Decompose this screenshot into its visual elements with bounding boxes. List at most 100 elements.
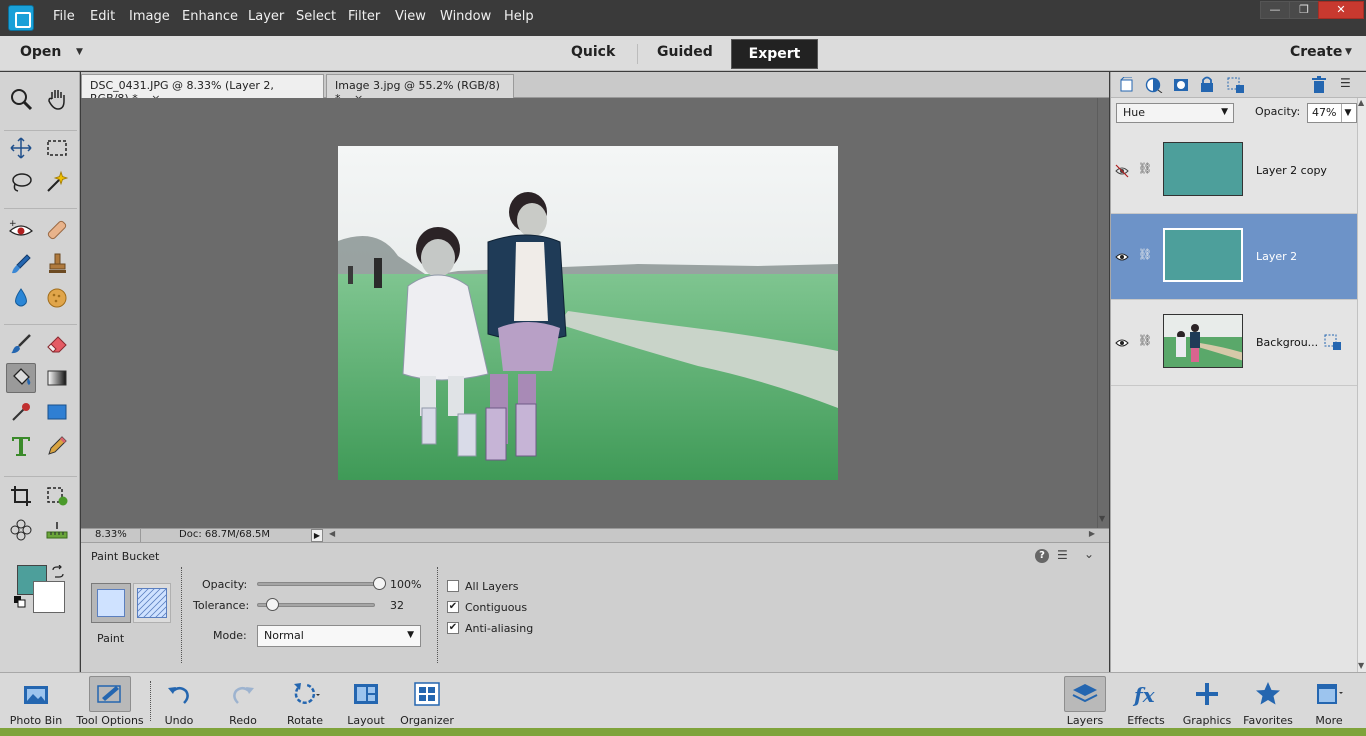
- collapse-chevron-icon[interactable]: ⌄: [1084, 547, 1094, 561]
- menu-select[interactable]: Select: [296, 9, 336, 24]
- redo-button[interactable]: Redo: [219, 673, 267, 729]
- layout-button[interactable]: Layout: [341, 673, 391, 729]
- tolerance-slider[interactable]: [257, 598, 375, 611]
- mode-guided[interactable]: Guided: [657, 44, 713, 60]
- menu-edit[interactable]: Edit: [90, 9, 115, 24]
- layer-opacity-field[interactable]: 47% ▼: [1307, 103, 1357, 123]
- marquee-tool[interactable]: [42, 133, 72, 163]
- scroll-right-icon[interactable]: ▶: [1089, 529, 1095, 538]
- create-dropdown-icon[interactable]: ▼: [1345, 47, 1352, 57]
- eraser-tool[interactable]: [42, 329, 72, 359]
- horizontal-scrollbar[interactable]: ◀ ▶: [329, 529, 1097, 542]
- layer-name[interactable]: Layer 2: [1256, 250, 1297, 263]
- straighten-tool[interactable]: [42, 515, 72, 545]
- document-photo[interactable]: [338, 146, 838, 480]
- blend-mode-select[interactable]: Hue ▼: [1116, 103, 1234, 123]
- anti-aliasing-checkbox[interactable]: ✔: [447, 622, 459, 634]
- scroll-down-icon[interactable]: ▼: [1358, 661, 1364, 670]
- scroll-up-icon[interactable]: ▲: [1358, 98, 1364, 107]
- effects-button[interactable]: fx Effects: [1121, 673, 1171, 729]
- tab-dsc0431[interactable]: DSC_0431.JPG @ 8.33% (Layer 2, RGB/8) * …: [81, 74, 324, 105]
- cookie-cutter-tool[interactable]: [6, 515, 36, 545]
- pattern-mode-button[interactable]: [133, 583, 171, 623]
- tolerance-slider-thumb[interactable]: [266, 598, 280, 611]
- favorites-button[interactable]: Favorites: [1241, 673, 1295, 729]
- menu-image[interactable]: Image: [129, 9, 170, 24]
- tab-image3[interactable]: Image 3.jpg @ 55.2% (RGB/8) * ×: [326, 74, 514, 105]
- paint-bucket-tool[interactable]: [6, 363, 36, 393]
- hand-tool[interactable]: [42, 84, 72, 114]
- create-button[interactable]: Create: [1290, 44, 1342, 60]
- tool-options-button[interactable]: Tool Options: [74, 673, 146, 729]
- default-colors-icon[interactable]: [14, 596, 26, 608]
- gradient-tool[interactable]: [42, 363, 72, 393]
- lock-icon[interactable]: [1200, 76, 1214, 92]
- red-eye-tool[interactable]: +: [6, 215, 36, 245]
- magic-wand-tool[interactable]: [42, 167, 72, 197]
- graphics-button[interactable]: Graphics: [1180, 673, 1234, 729]
- shape-tool[interactable]: [42, 397, 72, 427]
- link-icon[interactable]: ⛓: [1138, 248, 1152, 261]
- opacity-slider[interactable]: [257, 577, 386, 590]
- move-tool[interactable]: [6, 133, 36, 163]
- options-menu-icon[interactable]: ☰: [1057, 548, 1068, 562]
- visibility-eye-icon[interactable]: [1115, 250, 1129, 264]
- crop-tool[interactable]: [6, 481, 36, 511]
- panel-menu-icon[interactable]: ☰: [1340, 76, 1351, 90]
- open-dropdown-icon[interactable]: ▼: [76, 47, 83, 57]
- layer-name[interactable]: Layer 2 copy: [1256, 164, 1327, 177]
- layer-mask-icon[interactable]: [1173, 77, 1189, 93]
- mode-quick[interactable]: Quick: [571, 44, 615, 60]
- menu-window[interactable]: Window: [440, 9, 491, 24]
- more-button[interactable]: More: [1304, 673, 1354, 729]
- type-tool[interactable]: [6, 431, 36, 461]
- eyedropper-tool[interactable]: [6, 397, 36, 427]
- smart-brush-tool[interactable]: [6, 249, 36, 279]
- visibility-eye-icon[interactable]: [1115, 336, 1129, 350]
- layers-button[interactable]: Layers: [1060, 673, 1110, 729]
- organizer-button[interactable]: Organizer: [398, 673, 456, 729]
- rotate-button[interactable]: Rotate: [280, 673, 330, 729]
- menu-file[interactable]: File: [53, 9, 75, 24]
- link-icon[interactable]: ⛓: [1138, 162, 1152, 175]
- opacity-slider-thumb[interactable]: [373, 577, 386, 590]
- visibility-hidden-icon[interactable]: [1115, 164, 1129, 178]
- background-color-swatch[interactable]: [33, 581, 65, 613]
- sponge-tool[interactable]: [42, 283, 72, 313]
- menu-help[interactable]: Help: [504, 9, 534, 24]
- trash-icon[interactable]: [1311, 76, 1327, 94]
- paint-mode-button[interactable]: [91, 583, 131, 623]
- all-layers-checkbox[interactable]: [447, 580, 459, 592]
- open-button[interactable]: Open: [20, 44, 61, 60]
- spot-healing-tool[interactable]: [42, 215, 72, 245]
- undo-button[interactable]: Undo: [155, 673, 203, 729]
- new-layer-icon[interactable]: [1119, 77, 1135, 93]
- status-menu-arrow-icon[interactable]: ▶: [311, 529, 323, 542]
- menu-filter[interactable]: Filter: [348, 9, 380, 24]
- swap-colors-icon[interactable]: [51, 564, 65, 579]
- minimize-button[interactable]: —: [1260, 1, 1290, 19]
- lasso-tool[interactable]: [6, 167, 36, 197]
- menu-view[interactable]: View: [395, 9, 426, 24]
- layer-row-background[interactable]: ⛓ Backgrou...: [1111, 300, 1357, 386]
- close-button[interactable]: ✕: [1318, 1, 1364, 19]
- link-icon[interactable]: ⛓: [1138, 334, 1152, 347]
- blur-tool[interactable]: [6, 283, 36, 313]
- brush-tool[interactable]: [6, 329, 36, 359]
- recompose-tool[interactable]: [42, 481, 72, 511]
- layer-row-layer-2-copy[interactable]: ⛓ Layer 2 copy: [1111, 128, 1357, 214]
- clone-stamp-tool[interactable]: [42, 249, 72, 279]
- layer-row-layer-2[interactable]: ⛓ Layer 2: [1111, 214, 1357, 300]
- chevron-down-icon[interactable]: ▼: [1341, 104, 1354, 122]
- menu-enhance[interactable]: Enhance: [182, 9, 238, 24]
- layer-name[interactable]: Backgrou...: [1256, 336, 1318, 349]
- contiguous-checkbox[interactable]: ✔: [447, 601, 459, 613]
- help-icon[interactable]: ?: [1035, 549, 1049, 563]
- panel-scrollbar[interactable]: ▲ ▼: [1357, 98, 1366, 672]
- menu-layer[interactable]: Layer: [248, 9, 284, 24]
- lock-transparency-icon[interactable]: [1227, 77, 1245, 93]
- vertical-scrollbar[interactable]: ▼: [1097, 98, 1109, 528]
- photo-bin-button[interactable]: Photo Bin: [6, 673, 66, 729]
- zoom-tool[interactable]: [6, 84, 36, 114]
- mode-expert[interactable]: Expert: [731, 39, 818, 69]
